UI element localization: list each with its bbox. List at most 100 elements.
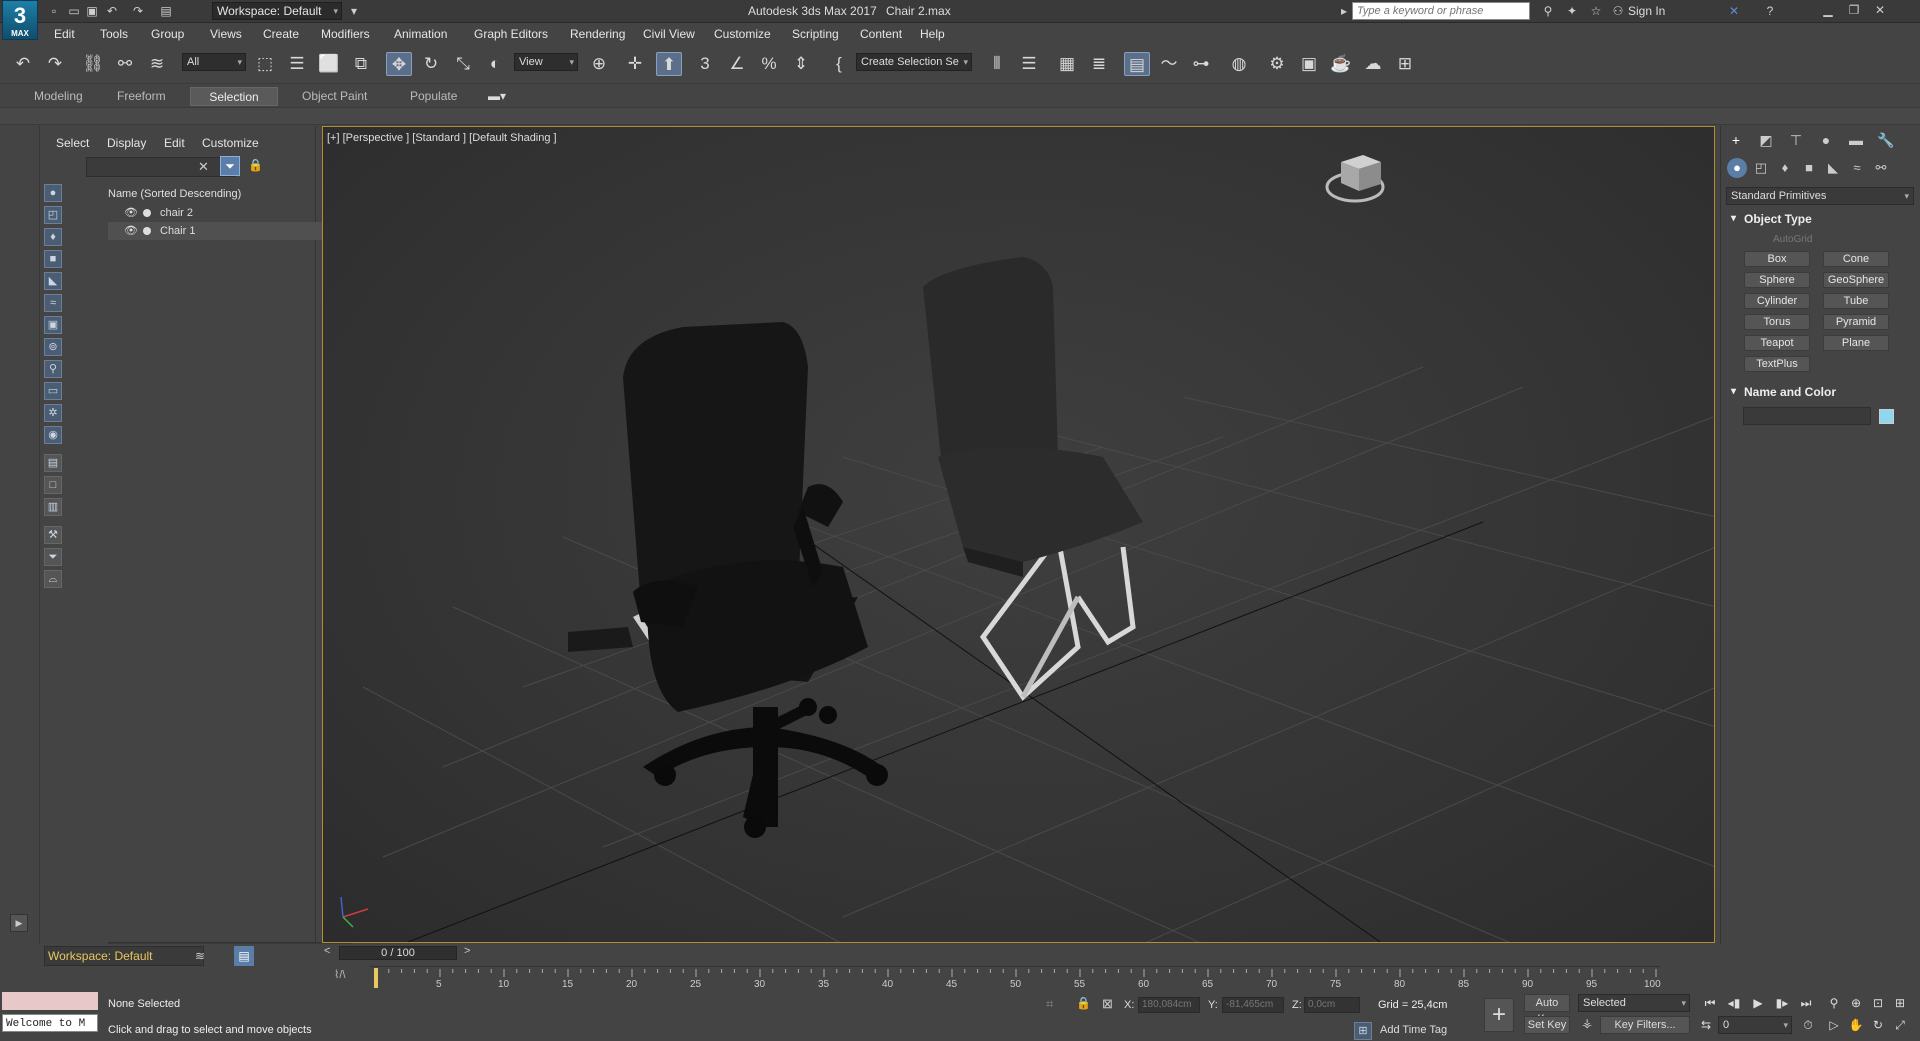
menu-civil-view[interactable]: Civil View <box>643 27 695 41</box>
cameras-category-icon[interactable]: ■ <box>1799 158 1819 178</box>
textplus-button[interactable]: TextPlus <box>1744 356 1810 372</box>
display-frozen-icon[interactable]: ◉ <box>44 426 62 444</box>
tab-modeling[interactable]: Modeling <box>22 87 95 106</box>
zoom-icon[interactable]: ⚲ <box>1824 994 1844 1012</box>
track-bar[interactable]: 5 10 15 20 25 30 35 40 45 50 55 60 65 70… <box>370 966 1661 990</box>
mirror-icon[interactable]: ⫴ <box>984 52 1010 76</box>
toggle-scene-explorer-icon[interactable]: ▦ <box>1054 52 1080 76</box>
display-cameras-icon[interactable]: ■ <box>44 250 62 268</box>
expand-search-icon[interactable]: ▸ <box>1336 3 1352 19</box>
menu-content[interactable]: Content <box>860 27 902 41</box>
list-item[interactable]: 👁 Chair 1 <box>108 222 352 240</box>
tube-button[interactable]: Tube <box>1823 293 1889 309</box>
tab-freeform[interactable]: Freeform <box>105 87 178 106</box>
expand-viewport-layout-icon[interactable]: ▶ <box>10 914 28 932</box>
zoom-extents-all-icon[interactable]: ⊞ <box>1890 994 1910 1012</box>
z-coordinate-field[interactable]: 0,0cm <box>1304 997 1360 1013</box>
quick-access-dropdown-icon[interactable]: ▾ <box>346 3 362 19</box>
hierarchy-tab-icon[interactable]: ⊤ <box>1785 130 1807 150</box>
time-tag-icon[interactable]: ⊞ <box>1354 1022 1372 1040</box>
select-by-name-icon[interactable]: ☰ <box>284 52 310 76</box>
menu-graph-editors[interactable]: Graph Editors <box>474 27 548 41</box>
redo-icon[interactable]: ↷ <box>130 3 146 19</box>
box-button[interactable]: Box <box>1744 251 1810 267</box>
viewcube-icon[interactable] <box>1325 155 1385 203</box>
menu-group[interactable]: Group <box>151 27 184 41</box>
time-slider[interactable]: < 0 / 100 > <box>322 944 1712 962</box>
rendered-frame-window-icon[interactable]: ▣ <box>1296 52 1322 76</box>
systems-category-icon[interactable]: ⚯ <box>1871 158 1891 178</box>
app-logo-button[interactable]: 3 MAX <box>2 0 38 40</box>
field-of-view-icon[interactable]: ▷ <box>1824 1016 1844 1034</box>
pan-view-icon[interactable]: ✋ <box>1846 1016 1866 1034</box>
display-tab-icon[interactable]: ▬ <box>1845 130 1867 150</box>
time-slider-thumb[interactable]: 0 / 100 <box>339 946 457 960</box>
scene-explorer-toggle-icon[interactable]: ▤ <box>234 946 254 966</box>
maximize-viewport-icon[interactable]: ⤢ <box>1890 1016 1910 1034</box>
workspace-select[interactable]: Workspace: Default <box>212 2 342 20</box>
edit-named-selection-icon[interactable]: { <box>826 52 852 76</box>
tab-object-paint[interactable]: Object Paint <box>290 87 379 106</box>
menu-scripting[interactable]: Scripting <box>792 27 839 41</box>
list-item[interactable]: 👁 chair 2 <box>108 204 352 222</box>
sphere-button[interactable]: Sphere <box>1744 272 1810 288</box>
space-warps-category-icon[interactable]: ≈ <box>1847 158 1867 178</box>
layers-icon[interactable]: ≋ <box>190 946 210 966</box>
menu-views[interactable]: Views <box>210 27 242 41</box>
modify-tab-icon[interactable]: ◩ <box>1755 130 1777 150</box>
menu-animation[interactable]: Animation <box>394 27 447 41</box>
link-icon[interactable]: ⛓ <box>80 52 106 76</box>
favorites-star-icon[interactable]: ☆ <box>1588 3 1604 19</box>
user-icon[interactable]: ⚇ <box>1610 3 1626 19</box>
menu-create[interactable]: Create <box>263 27 299 41</box>
key-filter-icon[interactable]: ⚶ <box>1582 1016 1592 1030</box>
geometry-category-icon[interactable]: ● <box>1727 158 1747 178</box>
se-menu-display[interactable]: Display <box>107 136 146 150</box>
display-none-icon[interactable]: □ <box>44 476 62 494</box>
snaps-toggle-icon[interactable]: 3 <box>692 52 718 76</box>
binoculars-icon[interactable]: ⚲ <box>1540 3 1556 19</box>
go-to-start-icon[interactable]: ⏮ <box>1700 994 1720 1012</box>
se-menu-select[interactable]: Select <box>56 136 89 150</box>
se-menu-edit[interactable]: Edit <box>164 136 185 150</box>
lights-category-icon[interactable]: ♦ <box>1775 158 1795 178</box>
tab-selection[interactable]: Selection <box>190 87 278 106</box>
autogrid-checkbox[interactable]: AutoGrid <box>1773 234 1812 245</box>
maxscript-mini-listener[interactable]: Welcome to M <box>2 1014 98 1032</box>
a360-gallery-icon[interactable]: ⊞ <box>1392 52 1418 76</box>
next-frame-icon[interactable]: > <box>464 945 470 957</box>
help-icon[interactable]: ? <box>1762 3 1778 19</box>
key-mode-select[interactable]: Selected <box>1578 994 1690 1012</box>
play-icon[interactable]: ▶ <box>1748 994 1768 1012</box>
layer-explorer-icon[interactable]: ≣ <box>1086 52 1112 76</box>
name-and-color-rollout[interactable]: Name and Color <box>1726 383 1914 401</box>
bind-space-warp-icon[interactable]: ≋ <box>144 52 170 76</box>
display-particles-icon[interactable]: ✲ <box>44 404 62 422</box>
subscription-icon[interactable]: ✦ <box>1564 3 1580 19</box>
toggle-ribbon-icon[interactable]: ▤ <box>1124 52 1150 76</box>
create-tab-icon[interactable]: + <box>1725 130 1747 150</box>
undo-icon[interactable]: ↶ <box>10 52 36 76</box>
render-in-cloud-icon[interactable]: ☁ <box>1360 52 1386 76</box>
select-scale-icon[interactable]: ⤡ <box>450 52 476 76</box>
curve-editor-toggle-icon[interactable]: ⌇/\ <box>334 968 345 981</box>
angle-snap-icon[interactable]: ∠ <box>724 52 750 76</box>
named-selection-set-select[interactable]: Create Selection Se <box>856 53 972 71</box>
selection-filter-select[interactable]: All <box>182 53 246 71</box>
orbit-icon[interactable]: ↻ <box>1868 1016 1888 1034</box>
display-xrefs-icon[interactable]: ⊚ <box>44 338 62 356</box>
visibility-eye-icon[interactable]: 👁 <box>124 222 138 240</box>
schematic-view-icon[interactable]: ⊶ <box>1188 52 1214 76</box>
key-filters-button[interactable]: Key Filters... <box>1600 1016 1690 1034</box>
new-file-icon[interactable]: ▫ <box>46 3 62 19</box>
display-helpers-icon[interactable]: ◣ <box>44 272 62 290</box>
select-move-icon[interactable]: ✥ <box>386 52 412 76</box>
zoom-all-icon[interactable]: ⊕ <box>1846 994 1866 1012</box>
select-rotate-icon[interactable]: ↻ <box>418 52 444 76</box>
viewport-scene[interactable] <box>323 127 1715 943</box>
sort-icon[interactable]: ⚒ <box>44 526 62 544</box>
freeze-toggle-icon[interactable] <box>143 227 151 235</box>
object-type-rollout[interactable]: Object Type <box>1726 210 1914 228</box>
curve-editor-icon[interactable]: 〜 <box>1156 52 1182 76</box>
pyramid-button[interactable]: Pyramid <box>1823 314 1889 330</box>
